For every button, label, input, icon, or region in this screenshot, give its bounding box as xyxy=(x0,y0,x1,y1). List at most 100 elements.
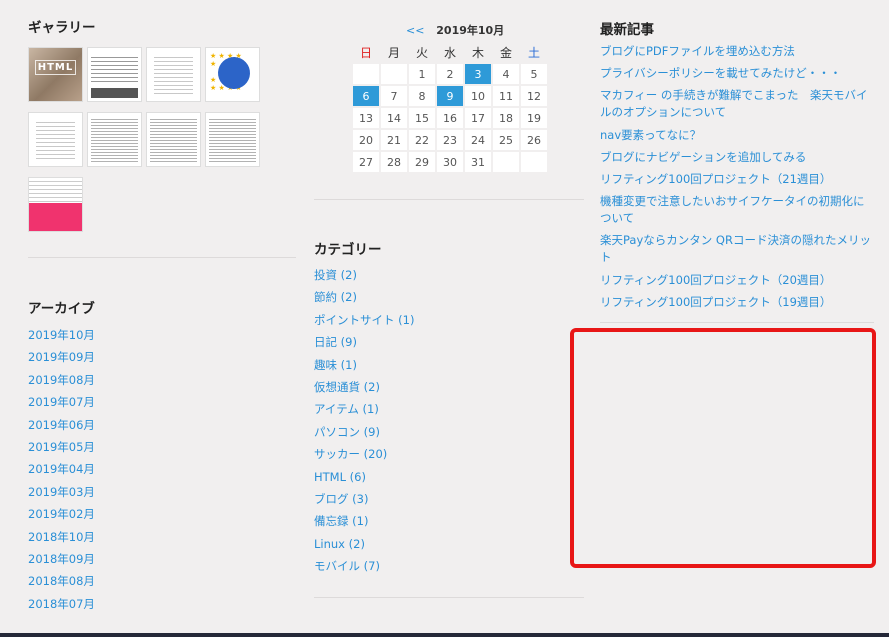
archive-link[interactable]: 2019年02月 xyxy=(28,507,95,521)
recent-post-link[interactable]: 楽天Payならカンタン QRコード決済の隠れたメリット xyxy=(600,233,871,264)
category-link[interactable]: ブログ xyxy=(314,492,349,506)
calendar-day: 15 xyxy=(407,106,437,130)
recent-posts-list: ブログにPDFファイルを埋め込む方法プライバシーポリシーを載せてみたけど・・・マ… xyxy=(600,43,874,316)
calendar-weekday: 水 xyxy=(443,46,456,60)
recent-post-item: 機種変更で注意したいおサイフケータイの初期化について xyxy=(600,193,874,227)
archive-link[interactable]: 2018年08月 xyxy=(28,574,95,588)
category-count: (3) xyxy=(352,491,369,506)
recent-post-item: ブログにPDFファイルを埋め込む方法 xyxy=(600,43,874,60)
gallery-thumb-document[interactable] xyxy=(146,47,201,102)
gallery-thumb-document[interactable] xyxy=(146,112,201,167)
category-count: (9) xyxy=(340,335,357,350)
recent-post-link[interactable]: ブログにPDFファイルを埋め込む方法 xyxy=(600,44,795,58)
archive-item: 2018年09月 xyxy=(28,548,95,570)
archive-link[interactable]: 2019年03月 xyxy=(28,485,95,499)
archive-link[interactable]: 2019年04月 xyxy=(28,462,95,476)
archive-link[interactable]: 2018年09月 xyxy=(28,552,95,566)
archive-link[interactable]: 2019年09月 xyxy=(28,350,95,364)
calendar-day: 30 xyxy=(435,150,465,174)
category-link[interactable]: 趣味 xyxy=(314,358,337,372)
category-link[interactable]: サッカー xyxy=(314,447,360,461)
category-count: (1) xyxy=(340,357,357,372)
category-list: 投資 (2) 節約 (2) ポイントサイト (1) 日記 (9) 趣味 (1) 仮想通貨 … xyxy=(314,264,414,577)
category-link[interactable]: 仮想通貨 xyxy=(314,380,360,394)
calendar-day[interactable]: 3 xyxy=(463,62,493,86)
category-count: (6) xyxy=(349,469,366,484)
calendar-day: 17 xyxy=(463,106,493,130)
calendar-day[interactable]: 6 xyxy=(351,84,381,108)
archive-link[interactable]: 2019年05月 xyxy=(28,440,95,454)
category-item: ポイントサイト (1) xyxy=(314,309,414,331)
gallery-thumb-document[interactable] xyxy=(28,112,83,167)
recent-post-link[interactable]: 機種変更で注意したいおサイフケータイの初期化について xyxy=(600,194,865,225)
recent-post-link[interactable]: nav要素ってなに？ xyxy=(600,128,701,142)
recent-post-link[interactable]: リフティング100回プロジェクト（20週目） xyxy=(600,273,831,287)
category-item: サッカー (20) xyxy=(314,443,414,465)
category-link[interactable]: Linux xyxy=(314,537,345,551)
gallery-thumb-gdpr[interactable]: ★ ★ ★ ★★ ★★ ★★ ★ ★ ★ xyxy=(205,47,260,102)
category-item: 節約 (2) xyxy=(314,286,414,308)
gallery-title: ギャラリー xyxy=(28,20,96,36)
calendar-day: 11 xyxy=(491,84,521,108)
category-link[interactable]: 投資 xyxy=(314,268,337,282)
archive-link[interactable]: 2018年07月 xyxy=(28,597,95,611)
category-item: パソコン (9) xyxy=(314,421,414,443)
category-item: 仮想通貨 (2) xyxy=(314,376,414,398)
category-count: (1) xyxy=(398,312,415,327)
calendar-weekday-row: 日月火水木金土 xyxy=(352,43,548,63)
recent-post-link[interactable]: リフティング100回プロジェクト（19週目） xyxy=(600,295,831,309)
category-count: (20) xyxy=(363,447,388,462)
calendar-day: 16 xyxy=(435,106,465,130)
recent-post-item: 楽天Payならカンタン QRコード決済の隠れたメリット xyxy=(600,232,874,266)
recent-post-link[interactable]: ブログにナビゲーションを追加してみる xyxy=(600,150,806,164)
gallery-thumb-document[interactable] xyxy=(205,112,260,167)
category-item: 備忘録 (1) xyxy=(314,510,414,532)
archive-link[interactable]: 2018年10月 xyxy=(28,530,95,544)
category-link[interactable]: ポイントサイト xyxy=(314,313,395,327)
archive-item: 2019年04月 xyxy=(28,458,95,480)
archive-link[interactable]: 2019年07月 xyxy=(28,395,95,409)
calendar-day: 20 xyxy=(351,128,381,152)
recent-post-link[interactable]: リフティング100回プロジェクト（21週目） xyxy=(600,172,831,186)
recent-post-link[interactable]: マカフィー の手続きが難解でこまった 楽天モバイルのオプションについて xyxy=(600,88,867,119)
category-link[interactable]: HTML xyxy=(314,470,346,484)
calendar-weekday: 日 xyxy=(359,46,372,60)
gallery-thumb-document[interactable] xyxy=(87,47,142,102)
calendar-day: 1 xyxy=(407,62,437,86)
category-item: ブログ (3) xyxy=(314,488,414,510)
calendar-day: 24 xyxy=(463,128,493,152)
category-link[interactable]: モバイル xyxy=(314,559,360,573)
archive-list: 2019年10月 2019年09月 2019年08月 2019年07月 2019年06月… xyxy=(28,324,95,615)
gallery-thumb-html[interactable]: HTML xyxy=(28,47,83,102)
calendar-empty-cell xyxy=(491,150,521,174)
calendar-weekday: 金 xyxy=(499,46,512,60)
calendar-day: 21 xyxy=(379,128,409,152)
recent-posts-title: 最新記事 xyxy=(600,22,654,38)
archive-link[interactable]: 2019年10月 xyxy=(28,328,95,342)
category-link[interactable]: 備忘録 xyxy=(314,514,349,528)
calendar-day: 18 xyxy=(491,106,521,130)
category-link[interactable]: 節約 xyxy=(314,290,337,304)
category-link[interactable]: アイテム xyxy=(314,402,359,416)
gallery-grid: HTML ★ ★ ★ ★★ ★★ ★★ ★ ★ ★ xyxy=(28,47,268,232)
gallery-thumb-pink[interactable] xyxy=(28,177,83,232)
archive-item: 2019年08月 xyxy=(28,369,95,391)
footer-bar xyxy=(0,633,889,637)
category-count: (1) xyxy=(362,402,379,417)
recent-post-item: マカフィー の手続きが難解でこまった 楽天モバイルのオプションについて xyxy=(600,87,874,121)
calendar-day: 28 xyxy=(379,150,409,174)
gallery-thumb-document[interactable] xyxy=(87,112,142,167)
calendar-weekday: 火 xyxy=(415,46,428,60)
category-link[interactable]: 日記 xyxy=(314,335,337,349)
calendar-prev-link[interactable]: << xyxy=(406,24,424,37)
calendar-month: 2019年10月 xyxy=(436,24,505,37)
category-count: (2) xyxy=(340,268,357,282)
category-item: 趣味 (1) xyxy=(314,354,414,376)
category-item: HTML (6) xyxy=(314,466,414,488)
calendar-weekday: 木 xyxy=(471,46,484,60)
archive-link[interactable]: 2019年06月 xyxy=(28,418,95,432)
recent-post-link[interactable]: プライバシーポリシーを載せてみたけど・・・ xyxy=(600,66,841,80)
category-link[interactable]: パソコン xyxy=(314,425,360,439)
calendar-day[interactable]: 9 xyxy=(435,84,465,108)
archive-link[interactable]: 2019年08月 xyxy=(28,373,95,387)
